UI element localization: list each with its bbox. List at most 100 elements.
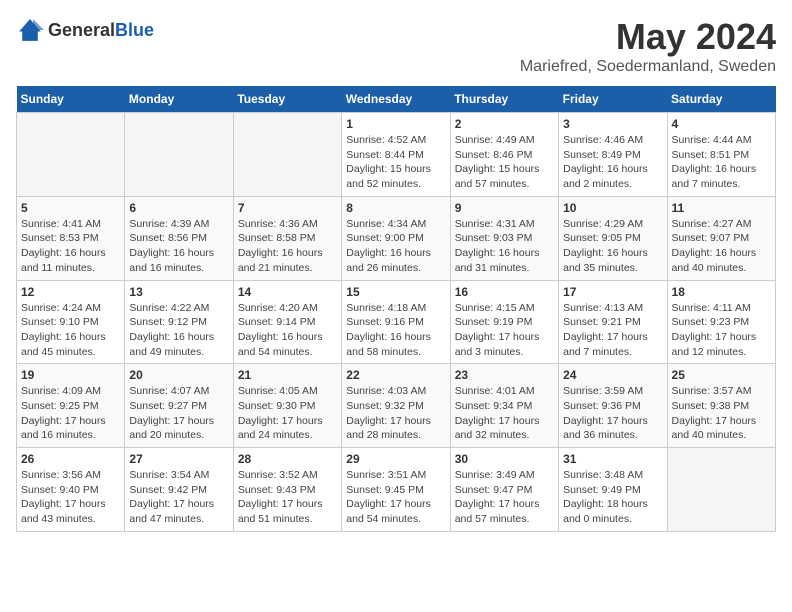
logo-icon — [16, 16, 44, 44]
day-number: 7 — [238, 201, 337, 215]
day-info: Sunrise: 4:31 AMSunset: 9:03 PMDaylight:… — [455, 217, 554, 276]
calendar-cell: 13 Sunrise: 4:22 AMSunset: 9:12 PMDayligh… — [125, 280, 233, 364]
day-number: 29 — [346, 452, 445, 466]
day-number: 26 — [21, 452, 120, 466]
day-info: Sunrise: 4:44 AMSunset: 8:51 PMDaylight:… — [672, 133, 771, 192]
day-info: Sunrise: 4:09 AMSunset: 9:25 PMDaylight:… — [21, 384, 120, 443]
day-number: 22 — [346, 368, 445, 382]
weekday-header: Monday — [125, 86, 233, 113]
day-number: 9 — [455, 201, 554, 215]
day-info: Sunrise: 4:49 AMSunset: 8:46 PMDaylight:… — [455, 133, 554, 192]
day-number: 18 — [672, 285, 771, 299]
day-number: 4 — [672, 117, 771, 131]
calendar-cell: 22Sunrise: 4:03 AMSunset: 9:32 PMDayligh… — [342, 364, 450, 448]
day-info: Sunrise: 4:39 AMSunset: 8:56 PMDaylight:… — [129, 217, 228, 276]
calendar-cell: 29 Sunrise: 3:51 AMSunset: 9:45 PMDayligh… — [342, 448, 450, 532]
calendar-cell: 20Sunrise: 4:07 AMSunset: 9:27 PMDayligh… — [125, 364, 233, 448]
logo-text-general: General — [48, 20, 115, 40]
day-info: Sunrise: 4:22 AMSunset: 9:12 PMDaylight:… — [129, 301, 228, 360]
day-info: Sunrise: 3:57 AMSunset: 9:38 PMDaylight:… — [672, 384, 771, 443]
day-number: 13 — [129, 285, 228, 299]
day-info: Sunrise: 4:41 AMSunset: 8:53 PMDaylight:… — [21, 217, 120, 276]
calendar-cell — [17, 113, 125, 197]
calendar-cell: 1 Sunrise: 4:52 AMSunset: 8:44 PMDaylight… — [342, 113, 450, 197]
weekday-header: Tuesday — [233, 86, 341, 113]
day-number: 2 — [455, 117, 554, 131]
calendar-cell — [667, 448, 775, 532]
day-number: 15 — [346, 285, 445, 299]
day-info: Sunrise: 4:20 AMSunset: 9:14 PMDaylight:… — [238, 301, 337, 360]
day-info: Sunrise: 4:46 AMSunset: 8:49 PMDaylight:… — [563, 133, 662, 192]
calendar-cell: 10 Sunrise: 4:29 AMSunset: 9:05 PMDayligh… — [559, 196, 667, 280]
day-info: Sunrise: 4:05 AMSunset: 9:30 PMDaylight:… — [238, 384, 337, 443]
day-number: 3 — [563, 117, 662, 131]
day-info: Sunrise: 3:54 AMSunset: 9:42 PMDaylight:… — [129, 468, 228, 527]
logo-text-blue: Blue — [115, 20, 154, 40]
calendar-cell: 21 Sunrise: 4:05 AMSunset: 9:30 PMDayligh… — [233, 364, 341, 448]
day-info: Sunrise: 4:27 AMSunset: 9:07 PMDaylight:… — [672, 217, 771, 276]
day-number: 19 — [21, 368, 120, 382]
page-header: GeneralBlue May 2024 Mariefred, Soederma… — [16, 16, 776, 76]
calendar-week-row: 1 Sunrise: 4:52 AMSunset: 8:44 PMDaylight… — [17, 113, 776, 197]
day-number: 27 — [129, 452, 228, 466]
calendar-cell: 27 Sunrise: 3:54 AMSunset: 9:42 PMDayligh… — [125, 448, 233, 532]
calendar-cell: 5 Sunrise: 4:41 AMSunset: 8:53 PMDaylight… — [17, 196, 125, 280]
calendar-cell — [125, 113, 233, 197]
day-info: Sunrise: 3:59 AMSunset: 9:36 PMDaylight:… — [563, 384, 662, 443]
calendar-cell: 2 Sunrise: 4:49 AMSunset: 8:46 PMDaylight… — [450, 113, 558, 197]
calendar-cell: 4 Sunrise: 4:44 AMSunset: 8:51 PMDaylight… — [667, 113, 775, 197]
day-info: Sunrise: 3:51 AMSunset: 9:45 PMDaylight:… — [346, 468, 445, 527]
day-number: 17 — [563, 285, 662, 299]
logo: GeneralBlue — [16, 16, 154, 44]
day-number: 1 — [346, 117, 445, 131]
calendar-header-row: SundayMondayTuesdayWednesdayThursdayFrid… — [17, 86, 776, 113]
calendar-cell: 6 Sunrise: 4:39 AMSunset: 8:56 PMDaylight… — [125, 196, 233, 280]
day-number: 6 — [129, 201, 228, 215]
day-info: Sunrise: 4:13 AMSunset: 9:21 PMDaylight:… — [563, 301, 662, 360]
day-info: Sunrise: 4:29 AMSunset: 9:05 PMDaylight:… — [563, 217, 662, 276]
day-number: 16 — [455, 285, 554, 299]
calendar-week-row: 26 Sunrise: 3:56 AMSunset: 9:40 PMDayligh… — [17, 448, 776, 532]
day-number: 20 — [129, 368, 228, 382]
day-info: Sunrise: 3:49 AMSunset: 9:47 PMDaylight:… — [455, 468, 554, 527]
day-info: Sunrise: 4:52 AMSunset: 8:44 PMDaylight:… — [346, 133, 445, 192]
calendar-cell: 28 Sunrise: 3:52 AMSunset: 9:43 PMDayligh… — [233, 448, 341, 532]
calendar-cell: 3 Sunrise: 4:46 AMSunset: 8:49 PMDaylight… — [559, 113, 667, 197]
calendar-cell: 31 Sunrise: 3:48 AMSunset: 9:49 PMDayligh… — [559, 448, 667, 532]
page-title: May 2024 — [520, 16, 776, 58]
calendar-cell: 25 Sunrise: 3:57 AMSunset: 9:38 PMDayligh… — [667, 364, 775, 448]
day-info: Sunrise: 3:56 AMSunset: 9:40 PMDaylight:… — [21, 468, 120, 527]
day-number: 14 — [238, 285, 337, 299]
day-info: Sunrise: 4:18 AMSunset: 9:16 PMDaylight:… — [346, 301, 445, 360]
day-info: Sunrise: 3:48 AMSunset: 9:49 PMDaylight:… — [563, 468, 662, 527]
day-number: 24 — [563, 368, 662, 382]
calendar-week-row: 19 Sunrise: 4:09 AMSunset: 9:25 PMDayligh… — [17, 364, 776, 448]
calendar-cell: 12 Sunrise: 4:24 AMSunset: 9:10 PMDayligh… — [17, 280, 125, 364]
calendar-cell: 18Sunrise: 4:11 AMSunset: 9:23 PMDayligh… — [667, 280, 775, 364]
weekday-header: Sunday — [17, 86, 125, 113]
day-info: Sunrise: 3:52 AMSunset: 9:43 PMDaylight:… — [238, 468, 337, 527]
day-number: 5 — [21, 201, 120, 215]
calendar-cell: 23Sunrise: 4:01 AMSunset: 9:34 PMDayligh… — [450, 364, 558, 448]
weekday-header: Friday — [559, 86, 667, 113]
weekday-header: Thursday — [450, 86, 558, 113]
day-info: Sunrise: 4:15 AMSunset: 9:19 PMDaylight:… — [455, 301, 554, 360]
day-number: 21 — [238, 368, 337, 382]
calendar-week-row: 12 Sunrise: 4:24 AMSunset: 9:10 PMDayligh… — [17, 280, 776, 364]
day-number: 31 — [563, 452, 662, 466]
day-number: 23 — [455, 368, 554, 382]
day-info: Sunrise: 4:36 AMSunset: 8:58 PMDaylight:… — [238, 217, 337, 276]
calendar-cell: 14 Sunrise: 4:20 AMSunset: 9:14 PMDayligh… — [233, 280, 341, 364]
day-number: 25 — [672, 368, 771, 382]
calendar-table: SundayMondayTuesdayWednesdayThursdayFrid… — [16, 86, 776, 532]
day-number: 10 — [563, 201, 662, 215]
day-number: 28 — [238, 452, 337, 466]
day-number: 30 — [455, 452, 554, 466]
calendar-cell: 16 Sunrise: 4:15 AMSunset: 9:19 PMDayligh… — [450, 280, 558, 364]
calendar-cell: 26 Sunrise: 3:56 AMSunset: 9:40 PMDayligh… — [17, 448, 125, 532]
calendar-cell: 7 Sunrise: 4:36 AMSunset: 8:58 PMDaylight… — [233, 196, 341, 280]
day-info: Sunrise: 4:24 AMSunset: 9:10 PMDaylight:… — [21, 301, 120, 360]
title-area: May 2024 Mariefred, Soedermanland, Swede… — [520, 16, 776, 76]
day-number: 12 — [21, 285, 120, 299]
calendar-cell: 9 Sunrise: 4:31 AMSunset: 9:03 PMDaylight… — [450, 196, 558, 280]
